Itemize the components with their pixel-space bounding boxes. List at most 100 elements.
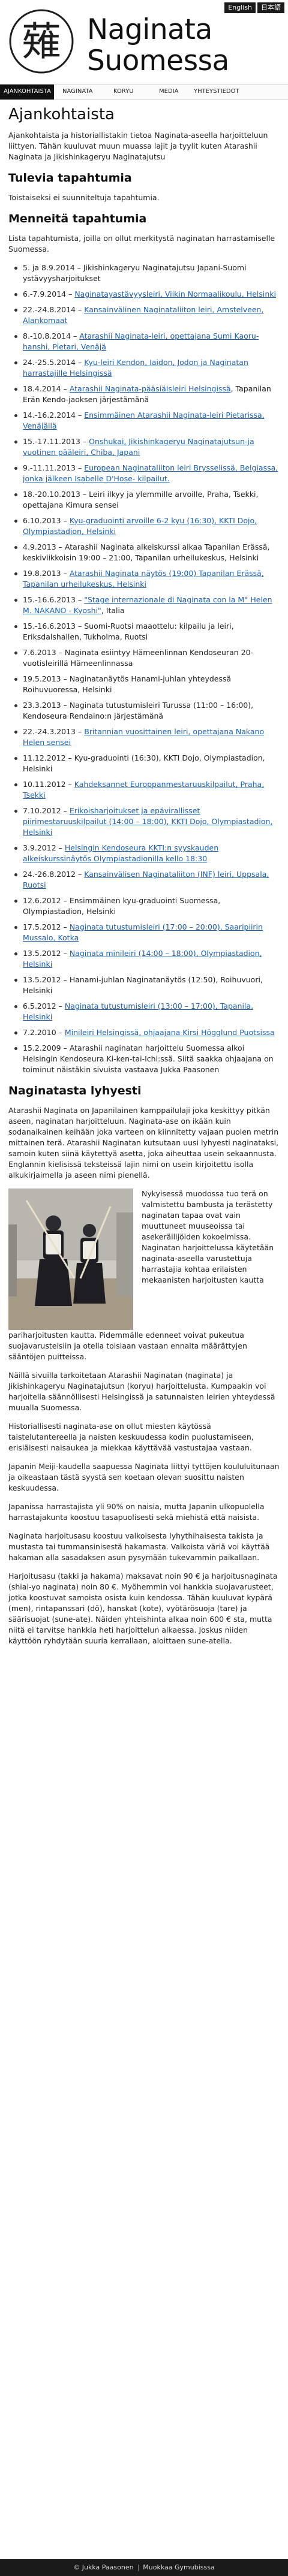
nav-naginata[interactable]: Naginata xyxy=(54,85,101,99)
event-date: 15.2.2009 – xyxy=(23,1043,70,1052)
event-date: 13.5.2012 – xyxy=(23,949,70,958)
event-date: 12.6.2012 – xyxy=(23,896,70,905)
lang-english-button[interactable]: English xyxy=(224,2,256,13)
site-logo[interactable]: 薙 xyxy=(8,8,74,74)
logo-kanji: 薙 xyxy=(22,19,61,65)
site-header: 薙 Naginata Suomessa English 日本語 xyxy=(0,0,288,84)
event-list-item: 11.12.2012 – Kyu-graduointi (16:30), KKT… xyxy=(14,753,280,774)
main-nav: Ajankohtaista Naginata Koryu Media Yhtey… xyxy=(0,84,288,100)
past-intro: Lista tapahtumista, joilla on ollut merk… xyxy=(8,234,275,254)
event-list-item: 6.10.2013 – Kyu-graduointi arvoille 6-2 … xyxy=(14,515,280,537)
event-date: 18.-20.10.2013 – xyxy=(23,490,89,499)
overview-paragraph-3: Näillä sivuilla tarkoitetaan Atarashii N… xyxy=(8,1371,275,1412)
event-list-item: 19.8.2013 – Atarashii Naginata näytös (1… xyxy=(14,568,280,590)
event-date: 15.-17.11.2013 – xyxy=(23,437,89,446)
event-list-item: 18.4.2014 – Atarashii Naginata-pääsiäisl… xyxy=(14,384,280,405)
event-list-item: 12.6.2012 – Ensimmäinen kyu-graduointi S… xyxy=(14,895,280,917)
event-date: 6.5.2012 – xyxy=(23,1002,65,1011)
event-list-item: 8.-10.8.2014 – Atarashii Naginata-leiri,… xyxy=(14,331,280,352)
site-title[interactable]: Naginata Suomessa xyxy=(87,14,229,77)
event-list-item: 4.9.2013 – Atarashii Naginata alkeiskurs… xyxy=(14,542,280,563)
event-list-item: 15.-16.6.2013 – "Stage internazionale di… xyxy=(14,595,280,616)
event-date: 7.2.2010 – xyxy=(23,1028,65,1037)
event-list-item: 19.5.2013 – Naginatanäytös Hanami-juhlan… xyxy=(14,674,280,695)
event-list-item: 7.10.2012 – Erikoisharjoitukset ja epävi… xyxy=(14,806,280,838)
event-list-item: 3.9.2012 – Helsingin Kendoseura KKTI:n s… xyxy=(14,843,280,864)
event-date: 14.-16.2.2014 – xyxy=(23,411,85,420)
event-list-item: 17.5.2012 – Naginata tutustumisleiri (17… xyxy=(14,922,280,943)
events-list: 5. ja 8.9.2014 – Jikishinkageryu Naginat… xyxy=(8,263,280,1075)
event-date: 24.-25.5.2014 – xyxy=(23,358,85,367)
event-list-item: 24.-25.5.2014 – Kyu-leiri Kendon, Iaidon… xyxy=(14,357,280,379)
photo-block: Nykyisessä muodossa tuo terä on valmiste… xyxy=(8,1189,280,1330)
event-date: 6.10.2013 – xyxy=(23,516,70,525)
nav-media[interactable]: Media xyxy=(151,85,189,99)
event-list-item: 7.2.2010 – Minileiri Helsingissä, ohjaaj… xyxy=(14,1027,280,1038)
nav-koryu[interactable]: Koryu xyxy=(101,85,151,99)
event-list-item: 5. ja 8.9.2014 – Jikishinkageryu Naginat… xyxy=(14,263,280,284)
naginata-practice-photo xyxy=(8,1189,133,1330)
overview-heading: Naginatasta lyhyesti xyxy=(8,1084,142,1097)
event-date: 11.12.2012 – xyxy=(23,753,74,762)
event-date: 22.-24.8.2014 – xyxy=(23,305,85,314)
event-date: 23.3.2013 – xyxy=(23,701,70,710)
event-date: 9.-11.11.2013 – xyxy=(23,463,85,472)
overview-paragraph-4: Historiallisesti naginata-ase on ollut m… xyxy=(8,1422,254,1452)
event-list-item: 13.5.2012 – Naginata minileiri (14:00 – … xyxy=(14,948,280,970)
overview-paragraph-6: Japanissa harrastajista yli 90% on naisi… xyxy=(8,1502,265,1522)
event-date: 15.-16.6.2013 – xyxy=(23,622,85,631)
event-list-item: 14.-16.2.2014 – Ensimmäinen Atarashii Na… xyxy=(14,410,280,432)
event-date: 6.-7.9.2014 – xyxy=(23,289,75,298)
upcoming-text: Toistaiseksi ei suunniteltuja tapahtumia… xyxy=(8,193,160,202)
event-list-item: 18.-20.10.2013 – Leiri ilkyy ja ylemmill… xyxy=(14,489,280,511)
event-date: 7.10.2012 – xyxy=(23,806,70,815)
event-list-item: 9.-11.11.2013 – European Naginataliiton … xyxy=(14,463,280,484)
event-date: 15.-16.6.2013 – xyxy=(23,595,85,604)
footer-edit-link[interactable]: Muokkaa Gymubisssa xyxy=(143,2559,214,2576)
overview-paragraph-1: Atarashii Naginata on Japanilainen kampp… xyxy=(8,1106,279,1180)
footer-copyright: © Jukka Paasonen xyxy=(73,2563,134,2571)
photo-caption-text: Nykyisessä muodossa tuo terä on valmiste… xyxy=(142,1189,274,1284)
page-title: Ajankohtaista xyxy=(8,105,115,123)
lang-japanese-button[interactable]: 日本語 xyxy=(257,2,284,13)
event-description: , Italia xyxy=(101,606,125,615)
event-list-item: 10.11.2012 – Kahdeksannet Europpanmestar… xyxy=(14,779,280,801)
overview-paragraph-7: Naginata harjoitusasu koostuu valkoisest… xyxy=(8,1531,270,1562)
photo-illustration xyxy=(8,1189,133,1330)
nav-yhteystiedot[interactable]: Yhteystiedot xyxy=(189,85,246,99)
event-list-item: 15.-17.11.2013 – Onshukai, Jikishinkager… xyxy=(14,436,280,458)
overview-paragraph-8: Harjoitusasu (takki ja hakama) maksavat … xyxy=(8,1571,278,1645)
intro-paragraph: Ajankohtaista ja historiallistakin tieto… xyxy=(8,131,268,161)
event-date: 5. ja 8.9.2014 – xyxy=(23,263,83,272)
main-content: Ajankohtaista Ajankohtaista ja historial… xyxy=(0,105,288,1646)
nav-ajankohtaista[interactable]: Ajankohtaista xyxy=(0,85,54,99)
event-list-item: 7.6.2013 – Naginata esiintyy Hämeenlinna… xyxy=(14,647,280,669)
event-list-item: 13.5.2012 – Hanami-juhlan Naginatanäytös… xyxy=(14,975,280,996)
event-date: 3.9.2012 – xyxy=(23,843,65,852)
event-list-item: 22.-24.8.2014 – Kansainvälinen Naginatal… xyxy=(14,304,280,326)
overview-paragraph-2: pariharjoitusten kautta. Pidemmälle eden… xyxy=(8,1331,247,1361)
site-footer: © Jukka Paasonen | Muokkaa Gymubisssa xyxy=(0,2559,288,2576)
event-date: 8.-10.8.2014 – xyxy=(23,331,80,340)
site-title-line2: Suomessa xyxy=(87,44,229,77)
upcoming-heading: Tulevia tapahtumia xyxy=(8,171,132,185)
event-list-item: 22.-24.3.2013 – Britannian vuosittainen … xyxy=(14,726,280,748)
site: 薙 Naginata Suomessa English 日本語 Ajankoht… xyxy=(0,0,288,2576)
event-link[interactable]: Atarashii Naginata-pääsiäisleiri Helsing… xyxy=(70,384,231,393)
event-date: 19.5.2013 – xyxy=(23,674,70,683)
event-list-item: 15.-16.6.2013 – Suomi-Ruotsi maaottelu: … xyxy=(14,621,280,643)
event-date: 10.11.2012 – xyxy=(23,780,74,789)
footer-separator: | xyxy=(137,2563,140,2571)
event-list-item: 6.5.2012 – Naginata tutustumisleiri (13:… xyxy=(14,1001,280,1022)
language-switcher: English 日本語 xyxy=(224,2,284,13)
event-list-item: 23.3.2013 – Naginata tutustumisleiri Tur… xyxy=(14,700,280,722)
overview-paragraph-5: Japanin Meiji-kaudella saapuessa Naginat… xyxy=(8,1462,280,1492)
event-date: 7.6.2013 – xyxy=(23,648,65,657)
event-date: 17.5.2012 – xyxy=(23,922,70,931)
past-heading: Menneitä tapahtumia xyxy=(8,212,147,225)
event-link[interactable]: Naginatayastävyysleiri, Viikin Normaalik… xyxy=(74,289,276,298)
event-link[interactable]: Minileiri Helsingissä, ohjaajana Kirsi H… xyxy=(65,1028,275,1037)
event-date: 18.4.2014 – xyxy=(23,384,70,393)
event-date: 24.-26.8.2012 – xyxy=(23,870,85,879)
event-list-item: 6.-7.9.2014 – Naginatayastävyysleiri, Vi… xyxy=(14,289,280,300)
